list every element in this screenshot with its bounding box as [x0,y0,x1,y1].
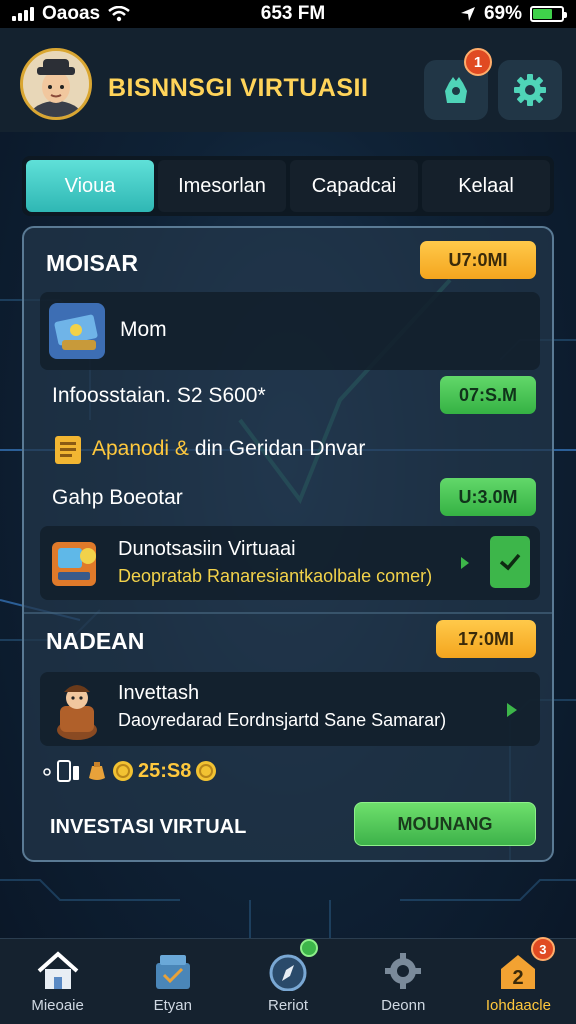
gear-icon [514,74,546,106]
coin-icon [196,761,217,781]
clock: 653 FM [260,3,326,24]
signal-icon [12,7,34,21]
nav-item-leaderboard[interactable]: 2 3 Iohdaacle [461,937,576,1024]
footer-label: INVESTASI VIRTUAL [50,816,247,838]
card-subtitle: Daoyredarad Eordnsjartd Sane Samarar) [118,710,447,730]
bottom-nav: Mieoaie Etyan Reriot Deonn 2 3 Iohdaacle [0,937,576,1024]
online-dot [300,939,319,957]
coins-row: 25:S8 [42,758,217,784]
document-icon [55,436,81,464]
card-label: Mom [120,318,167,341]
nav-item-home[interactable]: Mieoaie [0,939,115,1024]
tab-1[interactable]: Vioua [26,160,154,212]
carrier-name: Oaoas [42,3,101,24]
list-item[interactable]: Dunotsasiin Virtuaai Deopratab Ranaresia… [40,526,540,600]
list-item[interactable]: Mom [40,292,540,370]
reward-row: Apanodi & din Geridan Dnvar [52,432,365,466]
nav-item-shop[interactable]: Etyan [115,939,230,1024]
compass-icon [269,954,307,991]
time-badge: 17:0MI [436,620,536,658]
user-avatar-icon [23,51,89,117]
card-subtitle: Deopratab Ranaresiantkaolbale comer) [118,566,433,586]
shop-icon [155,955,190,989]
nav-label: Etyan [153,997,192,1014]
pet-button[interactable]: 1 [424,48,492,120]
chevron-right-icon [461,557,469,569]
checkbox[interactable] [490,536,530,588]
hedgehog-icon [445,77,467,103]
check-icon [499,553,521,571]
tab-3[interactable]: Capadcai [290,160,418,212]
nav-label: Deonn [381,997,426,1014]
nav-item-settings[interactable]: Deonn [346,939,461,1024]
reward-text: din Geridan Dnvar [194,437,366,460]
coin-icon [113,761,133,781]
app-title: BISNNSGI VIRTUASII [108,74,369,102]
time-pill: 07:S.M [440,376,536,414]
nav-label: Mieoaie [31,997,84,1014]
nav-label: Reriot [268,997,309,1014]
section-divider [24,612,552,614]
battery-percent: 69% [483,3,522,24]
info-row: Infoosstaian. S2 S600* [52,384,266,407]
tab-4[interactable]: Kelaal [422,160,550,212]
svg-text:2: 2 [513,967,524,989]
tab-bar: Vioua Imesorlan Capadcai Kelaal [22,156,554,216]
nav-label: Iohdaacle [485,997,551,1014]
time-badge: U7:0MI [420,241,536,279]
card-title: Dunotsasiin Virtuaai [118,538,296,560]
machine-icon [52,542,96,586]
invest-button[interactable]: MOUNANG [354,802,536,846]
notification-badge: 3 [530,937,555,961]
battery-icon [530,6,567,22]
info-row: Gahp Boeotar [52,486,183,509]
main-panel: MOISAR U7:0MI Mom Infoosstaian. S2 S600*… [22,226,554,862]
notification-badge: 1 [464,48,492,76]
time-pill: U:3.0M [440,478,536,516]
section-title: NADEAN [46,628,145,654]
worker-icon [57,685,97,740]
status-bar: Oaoas 653 FM 69% [0,0,576,28]
location-arrow-icon [460,7,475,21]
chevron-right-icon [507,703,517,717]
tab-2[interactable]: Imesorlan [158,160,286,212]
money-bag-icon [89,762,105,780]
wifi-icon [108,6,130,22]
app-header: BISNNSGI VIRTUASII 1 [0,28,576,132]
reward-highlight: Apanodi & [92,437,189,460]
phone-icon [43,760,79,782]
home-icon [37,951,78,989]
coin-amount: 25:S8 [138,759,192,782]
list-item[interactable]: Invettash Daoyredarad Eordnsjartd Sane S… [40,672,540,746]
gear-icon [385,953,422,989]
card-title: Invettash [118,682,200,704]
avatar[interactable] [20,48,92,120]
section-title: MOISAR [46,250,138,276]
money-icon [49,303,105,359]
nav-item-explore[interactable]: Reriot [230,939,345,1024]
settings-button[interactable] [498,60,562,120]
